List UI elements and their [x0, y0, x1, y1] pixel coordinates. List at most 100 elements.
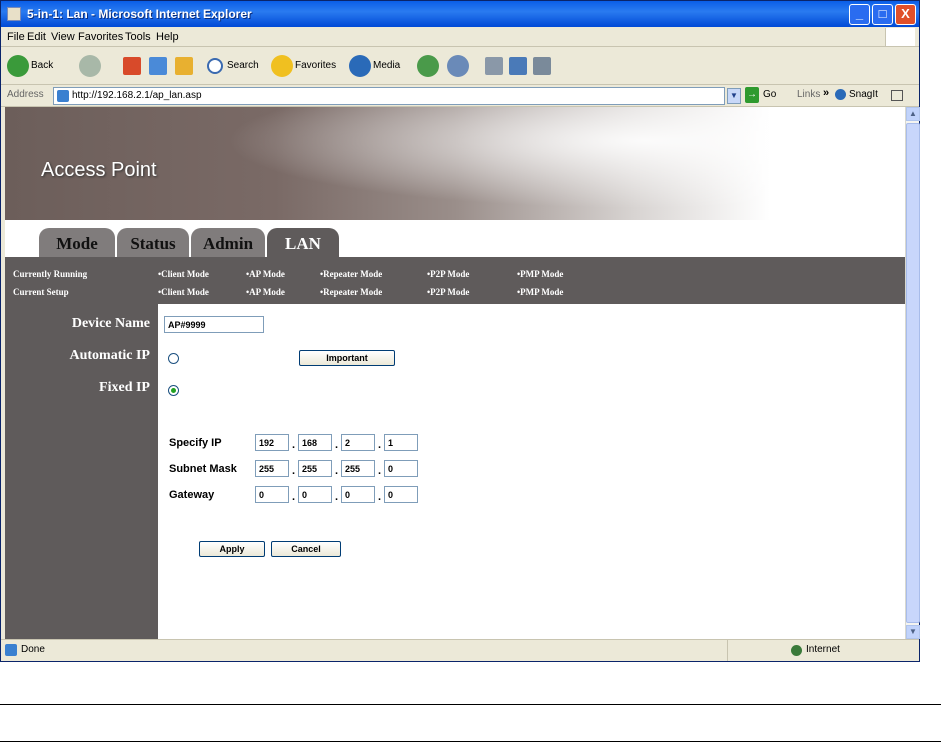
scroll-thumb[interactable]: [906, 123, 920, 623]
currently-running-label: Currently Running: [13, 269, 88, 279]
title-bar: 5-in-1: Lan - Microsoft Internet Explore…: [1, 1, 919, 27]
messenger-icon[interactable]: [533, 57, 551, 75]
setup-client-mode[interactable]: •Client Mode: [158, 287, 209, 297]
specify-ip-octet-2[interactable]: [298, 434, 332, 451]
menu-tools[interactable]: Tools: [125, 31, 151, 43]
menu-bar: File Edit View Favorites Tools Help: [1, 27, 919, 47]
address-url: http://192.168.2.1/ap_lan.asp: [72, 90, 202, 101]
media-label[interactable]: Media: [373, 60, 400, 71]
mode-status-bar: Currently Running Current Setup •Client …: [5, 257, 905, 304]
forward-arrow-icon[interactable]: [79, 55, 101, 77]
gateway-octet-2[interactable]: [298, 486, 332, 503]
menu-edit[interactable]: Edit: [27, 31, 46, 43]
snagit-icon[interactable]: [835, 89, 846, 100]
subnet-mask-label: Subnet Mask: [169, 463, 237, 475]
address-bar: Address http://192.168.2.1/ap_lan.asp ▼ …: [1, 85, 919, 107]
maximize-button[interactable]: □: [872, 4, 893, 25]
address-label: Address: [7, 89, 44, 100]
search-icon[interactable]: [207, 58, 223, 74]
banner-title: Access Point: [41, 159, 157, 181]
scroll-up-icon[interactable]: ▲: [906, 107, 920, 121]
ip-dot: .: [378, 439, 382, 451]
subnet-mask-octet-3[interactable]: [341, 460, 375, 477]
favorites-label[interactable]: Favorites: [295, 60, 336, 71]
subnet-mask-octet-2[interactable]: [298, 460, 332, 477]
ip-dot: .: [335, 439, 339, 451]
ip-dot: .: [378, 491, 382, 503]
important-button[interactable]: Important: [299, 350, 395, 366]
divider-line: [0, 704, 941, 705]
go-arrow-icon[interactable]: →: [745, 87, 759, 103]
tab-lan[interactable]: LAN: [267, 228, 339, 257]
mail-icon[interactable]: [447, 55, 469, 77]
setup-pmp-mode[interactable]: •PMP Mode: [517, 287, 563, 297]
status-bar: Done Internet: [1, 639, 919, 661]
tab-status[interactable]: Status: [117, 228, 189, 257]
running-repeater-mode: •Repeater Mode: [320, 269, 383, 279]
go-button[interactable]: Go: [763, 89, 776, 100]
subnet-mask-octet-1[interactable]: [255, 460, 289, 477]
running-p2p-mode: •P2P Mode: [427, 269, 470, 279]
divider-line: [0, 741, 941, 742]
windows-logo-icon: [885, 28, 915, 46]
tab-strip: Mode Status Admin LAN: [5, 220, 905, 257]
page-content: Access Point Mode Status Admin LAN Curre…: [5, 107, 905, 639]
ip-dot: .: [292, 439, 296, 451]
links-chevron[interactable]: »: [823, 87, 829, 99]
snagit-label[interactable]: SnagIt: [849, 89, 878, 100]
subnet-mask-octet-4[interactable]: [384, 460, 418, 477]
setup-ap-mode[interactable]: •AP Mode: [246, 287, 285, 297]
fixed-ip-radio[interactable]: [168, 385, 179, 396]
label-column: Device Name Automatic IP Fixed IP: [5, 304, 158, 639]
specify-ip-octet-1[interactable]: [255, 434, 289, 451]
history-icon[interactable]: [417, 55, 439, 77]
edit-icon[interactable]: [509, 57, 527, 75]
cancel-button[interactable]: Cancel: [271, 541, 341, 557]
page-done-icon: [5, 644, 17, 656]
menu-help[interactable]: Help: [156, 31, 179, 43]
ip-dot: .: [335, 465, 339, 477]
back-arrow-icon[interactable]: [7, 55, 29, 77]
gateway-octet-1[interactable]: [255, 486, 289, 503]
automatic-ip-radio[interactable]: [168, 353, 179, 364]
minimize-button[interactable]: _: [849, 4, 870, 25]
menu-view[interactable]: View: [51, 31, 75, 43]
setup-repeater-mode[interactable]: •Repeater Mode: [320, 287, 382, 297]
menu-file[interactable]: File: [7, 31, 25, 43]
banner: Access Point: [5, 107, 905, 220]
gateway-octet-3[interactable]: [341, 486, 375, 503]
print-icon[interactable]: [485, 57, 503, 75]
ip-dot: .: [292, 491, 296, 503]
vertical-scrollbar[interactable]: ▲ ▼: [905, 107, 920, 639]
refresh-icon[interactable]: [149, 57, 167, 75]
browser-window: 5-in-1: Lan - Microsoft Internet Explore…: [0, 0, 920, 662]
scroll-down-icon[interactable]: ▼: [906, 625, 920, 639]
specify-ip-octet-3[interactable]: [341, 434, 375, 451]
links-label[interactable]: Links: [797, 89, 820, 100]
gateway-octet-4[interactable]: [384, 486, 418, 503]
page-icon: [57, 90, 69, 102]
favorites-star-icon[interactable]: [271, 55, 293, 77]
apply-button[interactable]: Apply: [199, 541, 265, 557]
ip-dot: .: [335, 491, 339, 503]
back-label[interactable]: Back: [31, 60, 53, 71]
tab-admin[interactable]: Admin: [191, 228, 265, 257]
fixed-ip-label: Fixed IP: [99, 380, 150, 395]
running-pmp-mode: •PMP Mode: [517, 269, 564, 279]
gateway-label: Gateway: [169, 489, 215, 501]
device-name-input[interactable]: [164, 316, 264, 333]
ie-icon: [7, 7, 21, 21]
home-icon[interactable]: [175, 57, 193, 75]
address-input[interactable]: http://192.168.2.1/ap_lan.asp: [53, 87, 725, 105]
address-dropdown-icon[interactable]: ▼: [727, 88, 741, 104]
menu-favorites[interactable]: Favorites: [78, 31, 123, 43]
running-client-mode: •Client Mode: [158, 269, 209, 279]
tab-mode[interactable]: Mode: [39, 228, 115, 257]
stop-icon[interactable]: [123, 57, 141, 75]
setup-p2p-mode[interactable]: •P2P Mode: [427, 287, 469, 297]
search-label[interactable]: Search: [227, 60, 259, 71]
close-button[interactable]: X: [895, 4, 916, 25]
media-icon[interactable]: [349, 55, 371, 77]
specify-ip-octet-4[interactable]: [384, 434, 418, 451]
snagit-capture-icon[interactable]: [891, 90, 903, 101]
